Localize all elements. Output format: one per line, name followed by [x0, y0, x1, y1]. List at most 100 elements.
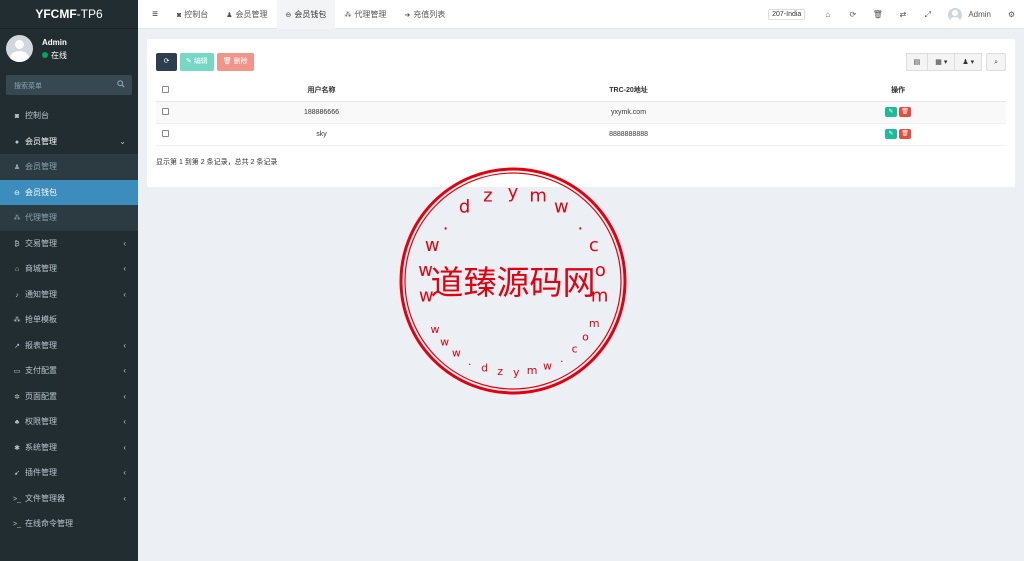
tab-4[interactable]: ➜ 充值列表 — [395, 0, 454, 29]
columns-toggle-icon[interactable]: ▤ — [905, 53, 929, 71]
table-header-row: 用户名称 TRC-20地址 操作 — [156, 80, 1006, 102]
fullscreen-icon[interactable]: ⤢ — [915, 10, 940, 20]
tab-label: 代理管理 — [354, 10, 387, 19]
wallet-icon: ⊖ — [285, 12, 292, 19]
sidebar-item-5[interactable]: ₿ 交易管理 ‹ — [0, 231, 138, 257]
stamp-inner-char: w — [543, 359, 552, 372]
stamp-outer-char: y — [508, 182, 519, 203]
row-edit-icon[interactable]: ✎ — [885, 129, 898, 139]
row-checkbox[interactable] — [156, 123, 176, 146]
stamp-center-text: 道臻源码网 — [431, 263, 596, 302]
sign-in-icon: ➜ — [404, 12, 411, 19]
sidebar-item-4[interactable]: ⁂ 代理管理 — [0, 205, 138, 231]
user-circle-icon: ● — [14, 138, 20, 146]
brand-logo[interactable]: YFCMF-TP6 — [0, 0, 138, 29]
sidebar-item-label: 会员钱包 — [25, 187, 57, 197]
credit-card-icon: ▭ — [13, 368, 21, 375]
chevron-left-icon: ‹ — [123, 442, 126, 452]
sidebar-item-label: 在线命令管理 — [25, 519, 73, 528]
stamp-inner-char: w — [452, 347, 461, 360]
sidebar-item-11[interactable]: ✲ 页面配置 ‹ — [0, 384, 138, 410]
tab-0[interactable]: ◙ 控制台 — [168, 0, 217, 29]
sidebar-menu: ◙ 控制台 ● 会员管理 ⌄ ♟ 会员管理 ⊖ 会员钱包 ⁂ 代理管理 ₿ 交易管理 ‹ ⌂ 商城管理 ‹ ♪ 通知… — [0, 103, 138, 537]
sidebar-item-8[interactable]: ⁂ 抢单模板 — [0, 307, 138, 333]
sidebar-item-label: 文件管理器 — [25, 493, 65, 503]
tab-label: 会员钱包 — [294, 10, 327, 19]
stamp-outer-char: m — [529, 186, 547, 207]
stamp-outer-char: . — [443, 213, 449, 234]
sidebar-item-label: 会员管理 — [25, 162, 57, 171]
tab-1[interactable]: ♟ 会员管理 — [217, 0, 276, 29]
chevron-left-icon: ‹ — [123, 289, 126, 299]
sidebar-item-6[interactable]: ⌂ 商城管理 ‹ — [0, 256, 138, 282]
row-checkbox[interactable] — [156, 101, 176, 124]
export-dropdown-icon[interactable]: ♟ ▾ — [954, 53, 983, 71]
sidebar-item-10[interactable]: ▭ 支付配置 ‹ — [0, 358, 138, 384]
sidebar-item-2[interactable]: ♟ 会员管理 — [0, 154, 138, 180]
chevron-left-icon: ‹ — [123, 493, 126, 503]
home-icon[interactable]: ⌂ — [815, 10, 840, 19]
menu-search-input[interactable]: 搜索菜单 — [6, 75, 132, 95]
data-table: 用户名称 TRC-20地址 操作 188886666 yxymk.com ✎ 🗑 sky… — [156, 80, 1006, 146]
menu-toggle-icon[interactable]: ≡ — [142, 0, 168, 29]
user-icon: ♟ — [226, 12, 233, 19]
edit-button[interactable]: ✎ 编辑 — [180, 53, 214, 71]
settings-icon[interactable]: ⚙ — [999, 10, 1024, 19]
stamp-inner-char: d — [481, 362, 488, 375]
sidebar-item-15[interactable]: >_ 文件管理器 ‹ — [0, 486, 138, 512]
refresh-icon[interactable]: ⟳ — [840, 10, 865, 19]
language-select[interactable]: 207-India — [768, 9, 806, 20]
admin-menu[interactable]: Admin — [948, 7, 991, 22]
sidebar-item-label: 页面配置 — [25, 391, 57, 401]
table-row[interactable]: 188886666 yxymk.com ✎ 🗑 — [156, 101, 1006, 124]
gear-icon: ✲ — [14, 393, 20, 401]
chevron-left-icon: ‹ — [123, 366, 126, 375]
stamp-inner-char: o — [582, 331, 589, 344]
home-icon: ⌂ — [14, 266, 20, 273]
translate-icon[interactable]: ⇄ — [890, 10, 915, 19]
search-icon[interactable] — [117, 80, 125, 88]
tab-2[interactable]: ⊖ 会员钱包 — [276, 0, 336, 29]
sidebar-item-label: 代理管理 — [25, 213, 57, 222]
sidebar-item-label: 权限管理 — [25, 417, 57, 426]
tab-label: 控制台 — [184, 10, 209, 19]
delete-button[interactable]: 🗑 删除 — [216, 53, 254, 71]
sidebar-item-0[interactable]: ◙ 控制台 — [0, 103, 138, 129]
sidebar-item-9[interactable]: ↗ 报表管理 ‹ — [0, 333, 138, 359]
sidebar-item-13[interactable]: ✱ 系统管理 ‹ — [0, 435, 138, 461]
chevron-left-icon: ‹ — [123, 238, 126, 248]
column-header-actions: 操作 — [790, 80, 1006, 102]
trash-icon[interactable]: 🗑 — [865, 10, 890, 19]
sidebar-item-16[interactable]: >_ 在线命令管理 — [0, 511, 138, 537]
sidebar-item-3[interactable]: ⊖ 会员钱包 — [0, 179, 138, 205]
search-toggle-icon[interactable]: ⌕ — [986, 53, 1006, 71]
stamp-outer-char: o — [595, 260, 606, 281]
sidebar-item-1[interactable]: ● 会员管理 ⌄ — [0, 129, 138, 155]
cell-username: sky — [176, 123, 467, 146]
admin-avatar — [948, 7, 963, 22]
stamp-inner-char: y — [513, 366, 520, 379]
chevron-down-icon: ⌄ — [119, 136, 126, 146]
content-panel: ⟳ ✎ 编辑 🗑 删除 ▤ ▦ ▾ ♟ ▾ ⌕ 用户名称 TRC-20地址 操作… — [147, 39, 1015, 187]
column-header-address[interactable]: TRC-20地址 — [466, 80, 791, 102]
table-row[interactable]: sky 8888888888 ✎ 🗑 — [156, 123, 1006, 146]
row-delete-icon[interactable]: 🗑 — [899, 107, 912, 117]
sidebar-item-14[interactable]: ➹ 插件管理 ‹ — [0, 460, 138, 486]
sidebar-item-7[interactable]: ♪ 通知管理 ‹ — [0, 282, 138, 308]
select-all-checkbox[interactable] — [156, 80, 176, 102]
grid-dropdown-icon[interactable]: ▦ ▾ — [927, 53, 956, 71]
row-delete-icon[interactable]: 🗑 — [899, 129, 912, 139]
sidebar-item-label: 抢单模板 — [25, 315, 57, 324]
row-edit-icon[interactable]: ✎ — [885, 107, 898, 117]
stamp-inner-char: m — [527, 364, 538, 377]
sidebar-item-12[interactable]: ♣ 权限管理 ‹ — [0, 409, 138, 435]
sitemap-icon: ⁂ — [13, 317, 21, 324]
stamp-outer-char: w — [554, 197, 569, 218]
bell-icon: ♪ — [15, 291, 19, 299]
stamp-outer-char: w — [425, 235, 440, 256]
chevron-left-icon: ‹ — [123, 468, 126, 477]
tab-3[interactable]: ⁂ 代理管理 — [335, 0, 395, 29]
sitemap-icon: ⁂ — [13, 215, 21, 222]
refresh-button[interactable]: ⟳ — [156, 53, 177, 71]
column-header-username[interactable]: 用户名称 — [176, 80, 467, 102]
